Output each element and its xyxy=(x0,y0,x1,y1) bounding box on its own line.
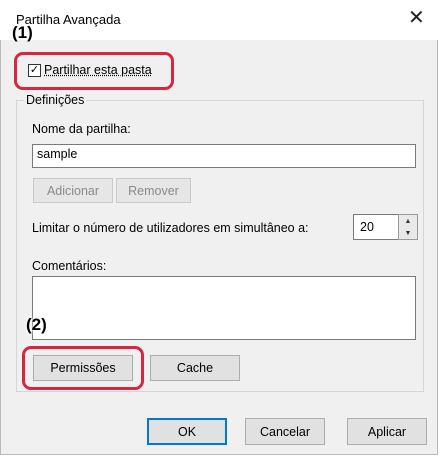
comments-textarea[interactable] xyxy=(32,276,416,340)
spin-up-icon[interactable]: ▲ xyxy=(399,215,417,227)
callout-2-label: (2) xyxy=(26,315,47,334)
cancel-button[interactable]: Cancelar xyxy=(245,418,325,445)
share-name-input[interactable]: sample xyxy=(32,144,416,168)
checkmark-icon: ✓ xyxy=(29,64,40,76)
remove-button[interactable]: Remover xyxy=(116,178,191,203)
user-limit-label: Limitar o número de utilizadores em simu… xyxy=(32,221,309,235)
share-folder-label[interactable]: Partilhar esta pasta xyxy=(44,63,152,77)
user-limit-spinner[interactable]: ▲ ▼ xyxy=(398,214,418,240)
add-button[interactable]: Adicionar xyxy=(33,178,113,203)
close-icon[interactable]: ✕ xyxy=(408,8,425,28)
callout-1-label: (1) xyxy=(12,23,33,42)
share-name-value: sample xyxy=(37,147,78,161)
apply-button[interactable]: Aplicar xyxy=(347,418,427,445)
spin-down-icon[interactable]: ▼ xyxy=(399,227,417,239)
ok-button[interactable]: OK xyxy=(147,418,227,445)
title-bar: Partilha Avançada ✕ xyxy=(0,0,438,40)
user-limit-value: 20 xyxy=(360,220,374,234)
share-name-label: Nome da partilha: xyxy=(32,122,131,136)
share-folder-checkbox[interactable]: ✓ xyxy=(28,64,41,77)
comments-label: Comentários: xyxy=(32,259,107,273)
user-limit-input[interactable]: 20 xyxy=(353,214,399,240)
permissions-button[interactable]: Permissões xyxy=(33,355,133,381)
cache-button[interactable]: Cache xyxy=(150,355,240,381)
settings-group-label: Definições xyxy=(24,93,87,107)
